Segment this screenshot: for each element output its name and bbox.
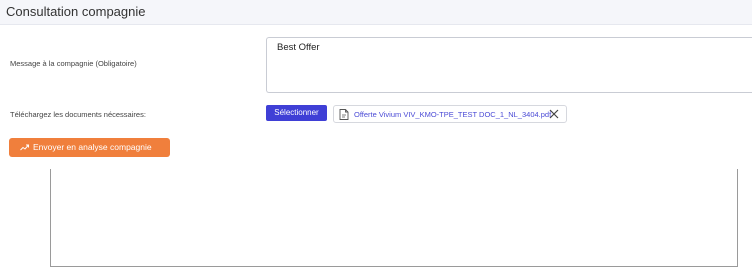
attached-file-name[interactable]: Offerte Vivium VIV_KMO-TPE_TEST DOC_1_NL…: [354, 110, 551, 119]
remove-file-close-icon[interactable]: [548, 108, 560, 120]
send-trend-icon: [20, 144, 29, 151]
page-header: Consultation compagnie: [0, 0, 752, 25]
document-preview-area: [50, 169, 738, 267]
send-to-company-button[interactable]: Envoyer en analyse compagnie: [9, 138, 170, 157]
page-title: Consultation compagnie: [6, 4, 146, 19]
message-textarea[interactable]: Best Offer: [266, 37, 752, 93]
file-pdf-icon: [339, 109, 349, 120]
message-label: Message à la compagnie (Obligatoire): [10, 59, 137, 68]
send-button-label: Envoyer en analyse compagnie: [33, 142, 152, 152]
attached-file-chip: Offerte Vivium VIV_KMO-TPE_TEST DOC_1_NL…: [333, 105, 567, 123]
documents-label: Téléchargez les documents nécessaires:: [10, 110, 146, 119]
message-value[interactable]: Best Offer: [277, 42, 320, 53]
select-file-button[interactable]: Sélectionner: [266, 105, 327, 121]
